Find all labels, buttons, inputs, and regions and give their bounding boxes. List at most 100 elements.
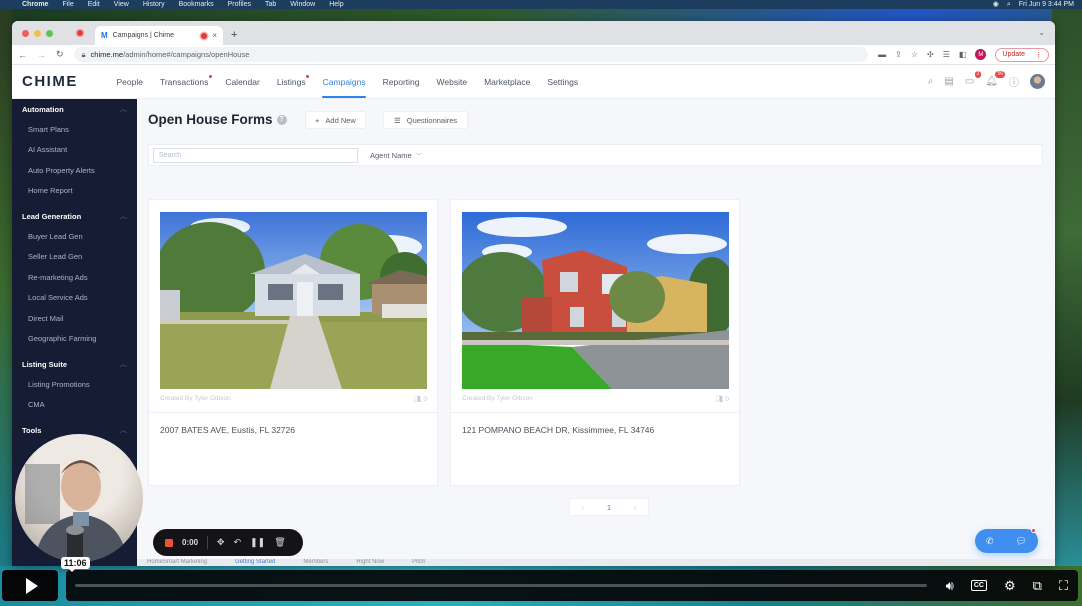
- phone-icon[interactable]: ✆: [986, 536, 994, 547]
- minimize-window-button[interactable]: [34, 30, 41, 37]
- profile-avatar[interactable]: M: [975, 49, 987, 60]
- browser-tab-campaigns[interactable]: M Campaigns | Chime ×: [95, 26, 223, 45]
- pause-icon[interactable]: ❚❚: [250, 537, 265, 548]
- share-icon[interactable]: ⇪: [895, 50, 902, 59]
- sidebar-item-remarketing-ads[interactable]: Re-marketing Ads: [12, 267, 137, 288]
- property-address[interactable]: 2007 BATES AVE, Eustis, FL 32726: [160, 425, 295, 435]
- nav-website[interactable]: Website: [428, 65, 476, 98]
- next-page-button[interactable]: ›: [634, 503, 637, 512]
- nav-listings[interactable]: Listings: [268, 65, 314, 98]
- chime-logo[interactable]: CHIME: [12, 73, 108, 90]
- sidebar-item-local-service-ads[interactable]: Local Service Ads: [12, 288, 137, 309]
- play-icon: [25, 577, 38, 594]
- extensions-icon[interactable]: ✣: [927, 50, 934, 59]
- undo-restart-icon[interactable]: ↶: [234, 537, 242, 548]
- reading-list-icon[interactable]: ☰: [943, 50, 950, 59]
- menubar-bookmarks[interactable]: Bookmarks: [179, 0, 214, 9]
- questionnaires-button[interactable]: ☰ Questionnaires: [383, 111, 469, 129]
- maximize-window-button[interactable]: [46, 30, 53, 37]
- nav-marketplace[interactable]: Marketplace: [476, 65, 539, 98]
- video-progress-bar[interactable]: [75, 584, 927, 587]
- menubar-edit[interactable]: Edit: [88, 0, 100, 9]
- nav-settings[interactable]: Settings: [539, 65, 587, 98]
- contact-widget[interactable]: ✆ 💬︎: [975, 528, 1038, 553]
- add-new-button[interactable]: + Add New: [305, 111, 366, 129]
- nav-transactions[interactable]: Transactions: [151, 65, 216, 98]
- fullscreen-icon[interactable]: ⛶: [1059, 578, 1068, 594]
- sidebar-item-cma[interactable]: CMA: [12, 395, 137, 416]
- new-tab-button[interactable]: +: [231, 29, 237, 41]
- update-button[interactable]: Update ⋮: [995, 47, 1049, 62]
- reload-button[interactable]: ↻: [56, 49, 64, 60]
- notifications-bell-icon[interactable]: 🔔︎ 56: [985, 71, 1005, 87]
- forward-button[interactable]: →: [37, 50, 46, 60]
- close-window-button[interactable]: [22, 30, 29, 37]
- page-number-current[interactable]: 1: [607, 503, 611, 512]
- closed-captions-icon[interactable]: CC: [970, 580, 987, 591]
- sidebar-item-buyer-lead-gen[interactable]: Buyer Lead Gen: [12, 226, 137, 247]
- search-icon[interactable]: ⌕: [928, 76, 934, 87]
- side-panel-icon[interactable]: ◧: [959, 50, 967, 59]
- help-icon[interactable]: ⓘ: [1009, 74, 1019, 89]
- play-button[interactable]: [2, 570, 58, 601]
- open-house-card[interactable]: Created By Tyler Gibson 👥︎ 0 121 POMPANO…: [450, 199, 740, 486]
- settings-gear-icon[interactable]: ⚙: [1004, 578, 1016, 594]
- group-label: Tools: [22, 425, 42, 435]
- sidebar-group-listing-suite[interactable]: Listing Suite ︿: [12, 354, 137, 374]
- menubar-file[interactable]: File: [62, 0, 73, 9]
- menubar-clock[interactable]: Fri Jun 9 3:44 PM: [1019, 0, 1074, 9]
- messages-icon[interactable]: ▭ 2: [965, 71, 982, 87]
- nav-reporting[interactable]: Reporting: [374, 65, 428, 98]
- chevron-down-icon: ﹀: [415, 153, 422, 160]
- menubar-help[interactable]: Help: [329, 0, 343, 9]
- sidebar-item-home-report[interactable]: Home Report: [12, 181, 137, 202]
- agent-name-filter[interactable]: Agent Name ﹀: [370, 151, 422, 160]
- card-divider: [451, 412, 739, 413]
- help-icon[interactable]: ?: [276, 114, 287, 125]
- address-bar[interactable]: 🔒︎ chime.me/admin/home#/campaigns/openHo…: [73, 47, 869, 62]
- open-house-card[interactable]: Created By Tyler Gibson 👥︎ 0 2007 BATES …: [148, 199, 438, 486]
- inbox-icon[interactable]: ▤: [944, 76, 953, 87]
- property-address[interactable]: 121 POMPANO BEACH DR, Kissimmee, FL 3474…: [462, 425, 654, 435]
- user-avatar[interactable]: [1030, 74, 1045, 89]
- volume-icon[interactable]: 🔊︎: [946, 578, 954, 594]
- sidebar-item-ai-assistant[interactable]: AI Assistant: [12, 140, 137, 161]
- tab-search-chevron-icon[interactable]: ⌄: [1038, 28, 1045, 37]
- card-meta: Created By Tyler Gibson 👥︎ 0: [160, 395, 427, 403]
- sidebar-item-geographic-farming[interactable]: Geographic Farming: [12, 329, 137, 350]
- desktop-background-right: [1052, 9, 1082, 569]
- close-tab-icon[interactable]: ×: [212, 31, 217, 40]
- prev-page-button[interactable]: ‹: [581, 503, 584, 512]
- pinned-tab[interactable]: [71, 25, 89, 41]
- spotlight-icon[interactable]: ⌕: [1007, 0, 1011, 9]
- menubar-view[interactable]: View: [114, 0, 129, 9]
- search-input[interactable]: [153, 147, 358, 163]
- nav-calendar[interactable]: Calendar: [217, 65, 269, 98]
- messages-badge: 2: [974, 71, 982, 78]
- stop-recording-button[interactable]: [165, 538, 173, 547]
- bookmark-star-icon[interactable]: ☆: [911, 50, 918, 59]
- menubar-window[interactable]: Window: [290, 0, 315, 9]
- menubar-profiles[interactable]: Profiles: [228, 0, 251, 9]
- menubar-app-name[interactable]: Chrome: [22, 0, 48, 9]
- nav-people[interactable]: People: [108, 65, 151, 98]
- chat-bubble-icon[interactable]: 💬︎: [1016, 536, 1027, 547]
- sidebar-item-smart-plans[interactable]: Smart Plans: [12, 119, 137, 140]
- webcam-bubble[interactable]: [15, 434, 143, 562]
- sidebar-group-automation[interactable]: Automation ︿: [12, 99, 137, 119]
- sidebar-item-direct-mail[interactable]: Direct Mail: [12, 308, 137, 329]
- desktop-background-left: [0, 9, 12, 569]
- sidebar-item-seller-lead-gen[interactable]: Seller Lead Gen: [12, 247, 137, 268]
- sidebar-item-auto-property-alerts[interactable]: Auto Property Alerts: [12, 160, 137, 181]
- back-button[interactable]: ←: [18, 50, 27, 60]
- trash-icon[interactable]: 🗑︎: [274, 537, 285, 548]
- menubar-tab[interactable]: Tab: [265, 0, 276, 9]
- sidebar-group-lead-generation[interactable]: Lead Generation ︿: [12, 206, 137, 226]
- camera-icon[interactable]: ▬: [878, 50, 886, 59]
- drag-handle-icon[interactable]: ✥: [217, 537, 225, 548]
- nav-campaigns[interactable]: Campaigns: [314, 65, 374, 98]
- picture-in-picture-icon[interactable]: ⧉: [1033, 578, 1042, 594]
- sidebar-item-listing-promotions[interactable]: Listing Promotions: [12, 374, 137, 395]
- screen-record-icon[interactable]: ◉: [993, 0, 999, 9]
- menubar-history[interactable]: History: [143, 0, 165, 9]
